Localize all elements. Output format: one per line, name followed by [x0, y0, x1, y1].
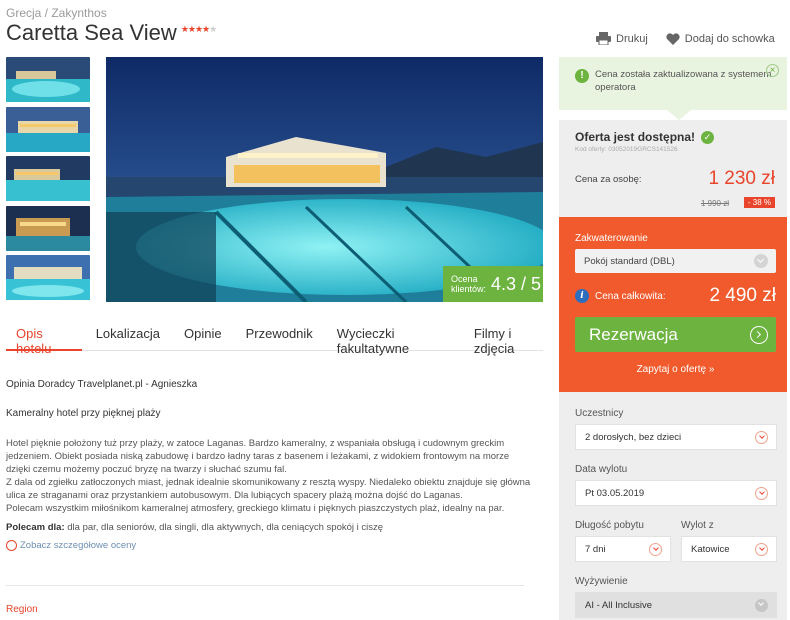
star-rating-empty: ★: [209, 24, 217, 34]
star-rating-full: ★★★★: [180, 24, 210, 34]
reservation-button[interactable]: Rezerwacja: [575, 317, 776, 352]
offer-available: Oferta jest dostępna! ✓: [575, 130, 787, 144]
hotel-name: Caretta Sea View: [6, 20, 177, 45]
divider: [6, 585, 524, 586]
close-icon[interactable]: ×: [766, 64, 779, 77]
hotel-title: Caretta Sea View ★★★★★: [6, 20, 217, 46]
info-icon[interactable]: i: [575, 289, 589, 303]
tab-filmy-zdjecia[interactable]: Filmy i zdjęcia: [474, 320, 543, 356]
tab-wycieczki[interactable]: Wycieczki fakultatywne: [337, 320, 450, 356]
thumbnail-strip: [6, 57, 90, 305]
price-update-notice: ! Cena została zaktualizowana z systemem…: [559, 57, 787, 110]
rating-label: Ocena klientów:: [451, 274, 487, 294]
total-price-value: 2 490 zł: [709, 285, 776, 306]
chevron-down-icon: [755, 598, 768, 612]
description-text-2: Z dala od zgiełku zatłoczonych miast, je…: [6, 477, 531, 501]
see-detailed-ratings-link[interactable]: Zobacz szczegółowe oceny: [6, 539, 536, 552]
tab-lokalizacja[interactable]: Lokalizacja: [96, 320, 160, 351]
chevron-down-icon: [754, 254, 768, 268]
breadcrumb[interactable]: Grecja / Zakynthos: [6, 6, 107, 20]
board-select[interactable]: AI - All Inclusive: [575, 592, 777, 618]
advisor-opinion: Opinia Doradcy Travelplanet.pl - Agniesz…: [6, 379, 198, 390]
description-text-1: Hotel pięknie położony tuż przy plaży, w…: [6, 438, 510, 475]
region-heading: Region: [6, 604, 38, 615]
header-actions: Drukuj Dodaj do schowka: [596, 32, 775, 45]
customer-rating-badge: Ocena klientów: 4.3 / 5: [443, 266, 543, 302]
tab-opis-hotelu[interactable]: Opis hotelu: [6, 320, 82, 356]
price-per-person-label: Cena za osobę:: [575, 174, 642, 185]
rating-max: / 5: [521, 273, 542, 294]
save-to-clipboard-button[interactable]: Dodaj do schowka: [666, 32, 775, 45]
heart-icon: [666, 32, 680, 45]
accommodation-select[interactable]: Pokój standard (DBL): [575, 249, 776, 273]
check-icon: ✓: [701, 130, 715, 144]
departure-date-label: Data wylotu: [575, 464, 628, 475]
participants-select[interactable]: 2 dorosłych, bez dzieci: [575, 424, 777, 450]
board-value: AI - All Inclusive: [585, 599, 653, 611]
hotel-description: Opinia Doradcy Travelplanet.pl - Agniesz…: [6, 378, 536, 552]
accommodation-value: Pokój standard (DBL): [584, 255, 675, 267]
stay-length-select[interactable]: 7 dni: [575, 536, 671, 562]
board-label: Wyżywienie: [575, 576, 628, 587]
description-text-3: Polecam wszystkim miłośnikom kameralnej …: [6, 503, 505, 514]
see-ratings-label: Zobacz szczegółowe oceny: [20, 540, 137, 551]
stay-and-departure-row: Długość pobytu 7 dni Wylot z Katowice: [575, 520, 777, 576]
tab-przewodnik[interactable]: Przewodnik: [246, 320, 313, 351]
arrow-right-circle-icon: [750, 325, 768, 344]
chevron-down-icon: [649, 542, 662, 556]
print-label: Drukuj: [616, 32, 648, 45]
departure-airport-select[interactable]: Katowice: [681, 536, 777, 562]
price-per-person: 1 230 zł: [708, 168, 775, 189]
offer-code: Kod oferty: 03052019GRCS141526: [575, 146, 678, 153]
stay-length-label: Długość pobytu: [575, 520, 644, 531]
offer-summary: Oferta jest dostępna! ✓ Kod oferty: 0305…: [559, 120, 787, 217]
offer-available-label: Oferta jest dostępna!: [575, 130, 696, 144]
trip-options: Uczestnicy 2 dorosłych, bez dzieci Data …: [559, 392, 787, 620]
old-price: 1 990 zł: [700, 199, 729, 208]
save-label: Dodaj do schowka: [684, 32, 775, 45]
notice-pointer: [667, 110, 691, 120]
departure-date-value: Pt 03.05.2019: [585, 487, 645, 499]
ratings-icon: [6, 540, 17, 551]
thumbnail-4[interactable]: [6, 205, 90, 251]
thumbnail-5[interactable]: [6, 255, 90, 300]
total-price: i Cena całkowita: 2 490 zł: [575, 285, 776, 307]
hotel-stars: ★★★★★: [180, 24, 217, 35]
departure-airport-value: Katowice: [691, 543, 730, 555]
printer-icon: [596, 32, 611, 45]
booking-panel: Zakwaterowanie Pokój standard (DBL) i Cen…: [559, 217, 787, 392]
accommodation-label: Zakwaterowanie: [575, 233, 648, 244]
recommended-text: dla par, dla seniorów, dla singli, dla a…: [64, 522, 384, 533]
description-heading: Kameralny hotel przy pięknej plaży: [6, 408, 161, 419]
print-button[interactable]: Drukuj: [596, 32, 648, 45]
stay-length-value: 7 dni: [585, 543, 606, 555]
participants-label: Uczestnicy: [575, 408, 624, 419]
departure-date-select[interactable]: Pt 03.05.2019: [575, 480, 777, 506]
chevron-down-icon: [755, 430, 768, 444]
thumbnail-3[interactable]: [6, 156, 90, 201]
thumbnail-1[interactable]: [6, 57, 90, 102]
ask-about-offer-link[interactable]: Zapytaj o ofertę »: [575, 364, 776, 375]
booking-sidebar: ! Cena została zaktualizowana z systemem…: [559, 57, 787, 620]
total-price-label: Cena całkowita:: [595, 290, 666, 302]
reservation-label: Rezerwacja: [589, 324, 678, 344]
thumbnail-2[interactable]: [6, 106, 90, 152]
departure-airport-label: Wylot z: [681, 520, 714, 531]
recommended-for: Polecam dla: dla par, dla seniorów, dla …: [6, 521, 536, 534]
participants-value: 2 dorosłych, bez dzieci: [585, 431, 682, 443]
exclamation-icon: !: [575, 69, 589, 83]
rating-value: 4.3 / 5: [491, 274, 541, 295]
description-paragraph: Hotel pięknie położony tuż przy plaży, w…: [6, 437, 536, 515]
recommended-label: Polecam dla:: [6, 522, 65, 533]
hotel-tabs: Opis hotelu Lokalizacja Opinie Przewodni…: [6, 320, 543, 356]
notice-text: Cena została zaktualizowana z systemem o…: [595, 69, 772, 93]
chevron-down-icon: [755, 486, 768, 500]
tab-opinie[interactable]: Opinie: [184, 320, 222, 351]
discount-badge: - 38 %: [743, 197, 775, 208]
chevron-down-icon: [755, 542, 768, 556]
rating-score: 4.3: [491, 273, 517, 294]
